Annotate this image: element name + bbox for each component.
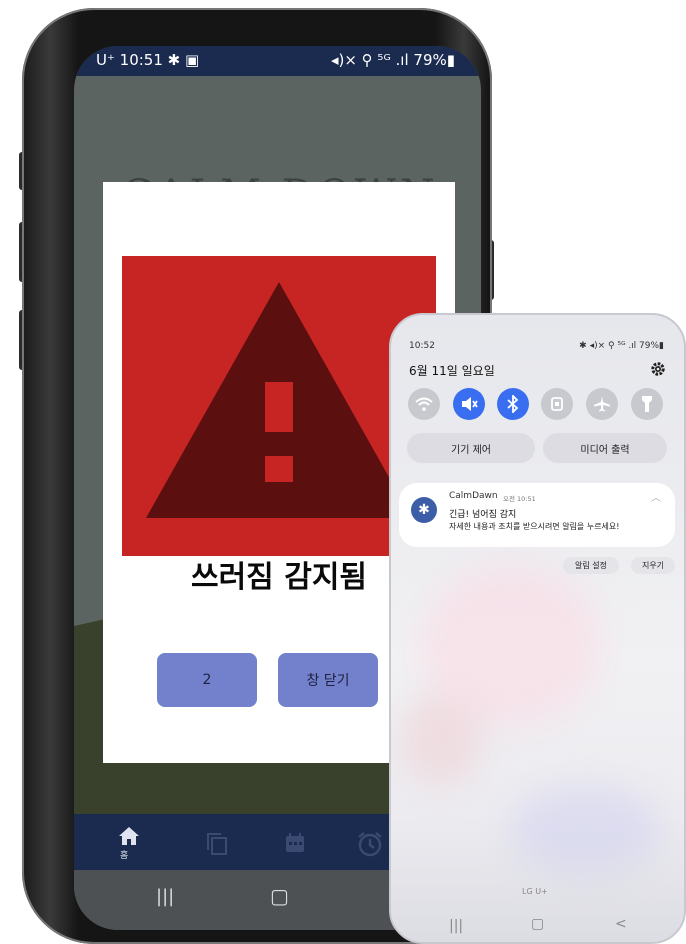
blur-backdrop (401, 695, 481, 785)
flashlight-icon (642, 396, 652, 412)
alarm-icon (358, 832, 382, 857)
settings-button[interactable] (650, 361, 666, 377)
blur-backdrop (511, 785, 661, 875)
toggle-wifi[interactable] (408, 388, 440, 420)
home-icon (119, 827, 139, 845)
toggle-rotation-lock[interactable] (541, 388, 573, 420)
mute-icon (462, 397, 478, 411)
gear-icon (651, 362, 665, 376)
clear-button[interactable]: 지우기 (631, 557, 675, 574)
status-time: U⁺ 10:51 ✱ ▣ (96, 51, 200, 69)
status-time: 10:52 (409, 341, 435, 351)
countdown-button[interactable]: 2 (157, 653, 257, 707)
nav-home[interactable]: 홈 (112, 824, 148, 864)
nav-copy[interactable] (206, 832, 232, 858)
notification-app-name: CalmDawn (449, 491, 498, 501)
device-control-button[interactable]: 기기 제어 (407, 433, 535, 463)
airplane-icon (594, 396, 610, 412)
home-button[interactable]: ▢ (270, 884, 289, 908)
wifi-icon (415, 397, 433, 411)
carrier-label: LG U+ (522, 887, 548, 896)
back-button[interactable]: < (615, 916, 627, 932)
recents-button[interactable]: ||| (449, 918, 463, 934)
date-label: 6월 11일 일요일 (409, 364, 495, 378)
toggle-airplane[interactable] (586, 388, 618, 420)
nav-alarm[interactable] (356, 830, 386, 860)
asterisk-icon: ✱ (418, 502, 430, 518)
recents-button[interactable]: ||| (156, 886, 174, 907)
notification-body: 자세한 내용과 조치를 받으시려면 알림을 누르세요! (449, 522, 620, 531)
toggle-flashlight[interactable] (631, 388, 663, 420)
notification-time: 오전 10:51 (503, 495, 536, 503)
notification-settings-button[interactable]: 알림 설정 (563, 557, 619, 574)
calendar-icon (286, 833, 304, 852)
copy-icon (207, 833, 227, 855)
bluetooth-icon (507, 395, 519, 413)
close-window-button[interactable]: 창 닫기 (278, 653, 378, 707)
toggle-sound-mute[interactable] (453, 388, 485, 420)
status-icons: ◂)× ⚲ ⁵ᴳ .ıl 79%▮ (330, 51, 455, 69)
status-icons: ✱ ◂)× ⚲ ⁵ᴳ .ıl 79%▮ (579, 341, 664, 351)
lock-rotation-icon (551, 397, 563, 411)
notification-shade-screen: 10:52 ✱ ◂)× ⚲ ⁵ᴳ .ıl 79%▮ 6월 11일 일요일 기기 … (389, 313, 686, 944)
chevron-up-icon[interactable]: ︿ (651, 489, 661, 504)
toggle-bluetooth[interactable] (497, 388, 529, 420)
media-output-button[interactable]: 미디어 출력 (543, 433, 667, 463)
notification-title: 긴급! 넘어짐 감지 (449, 510, 517, 520)
home-button[interactable]: ▢ (531, 916, 544, 932)
nav-calendar[interactable] (284, 832, 310, 858)
notification-card[interactable]: ✱ CalmDawn 오전 10:51 ︿ 긴급! 넘어짐 감지 자세한 내용과… (399, 483, 675, 547)
app-icon: ✱ (411, 497, 437, 523)
nav-home-label: 홈 (120, 851, 129, 861)
status-bar: U⁺ 10:51 ✱ ▣ ◂)× ⚲ ⁵ᴳ .ıl 79%▮ (74, 46, 481, 76)
